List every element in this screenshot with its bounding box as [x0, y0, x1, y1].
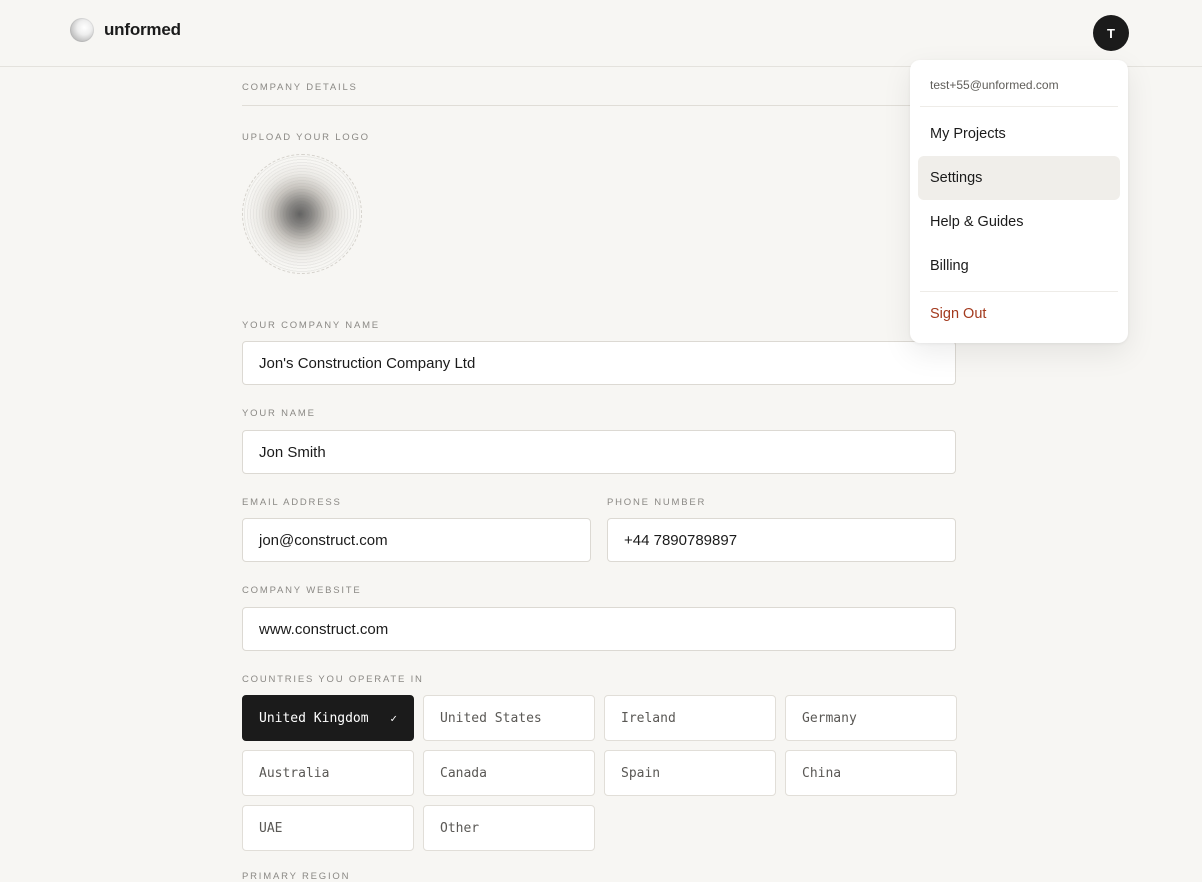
countries-label: COUNTRIES YOU OPERATE IN: [242, 674, 424, 685]
menu-item-label: Help & Guides: [930, 214, 1024, 230]
country-chip-label: United Kingdom: [259, 710, 369, 726]
section-title: COMPANY DETAILS: [242, 82, 358, 93]
country-chip-label: Spain: [621, 765, 661, 781]
your-name-value: Jon Smith: [259, 443, 326, 461]
country-chip-ireland[interactable]: Ireland: [604, 695, 776, 741]
menu-item-my-projects[interactable]: My Projects: [918, 112, 1120, 156]
company-name-label: YOUR COMPANY NAME: [242, 320, 380, 331]
country-chip-australia[interactable]: Australia: [242, 750, 414, 796]
checkmark-icon: ✓: [390, 711, 397, 725]
country-chip-label: Australia: [259, 765, 330, 781]
brand-logo[interactable]: unformed: [70, 18, 181, 42]
company-name-input[interactable]: Jon's Construction Company Ltd: [242, 341, 956, 385]
avatar-initial: T: [1107, 25, 1115, 41]
phone-input[interactable]: +44 7890789897: [607, 518, 956, 562]
section-divider: [242, 105, 956, 106]
user-email: test+55@unformed.com: [930, 78, 1059, 92]
country-chip-canada[interactable]: Canada: [423, 750, 595, 796]
country-chip-label: Canada: [440, 765, 487, 781]
country-chip-label: Ireland: [621, 710, 676, 726]
country-chip-united-states[interactable]: United States: [423, 695, 595, 741]
country-chip-china[interactable]: China: [785, 750, 957, 796]
logo-upload-label: UPLOAD YOUR LOGO: [242, 132, 370, 143]
country-chip-label: Other: [440, 820, 480, 836]
country-chip-uae[interactable]: UAE: [242, 805, 414, 851]
country-chip-label: Germany: [802, 710, 857, 726]
country-chip-label: UAE: [259, 820, 283, 836]
menu-item-billing[interactable]: Billing: [918, 244, 1120, 288]
logo-upload-dropzone[interactable]: [242, 154, 362, 274]
menu-item-settings[interactable]: Settings: [918, 156, 1120, 200]
country-chip-spain[interactable]: Spain: [604, 750, 776, 796]
user-menu: test+55@unformed.com My Projects Setting…: [910, 60, 1128, 343]
menu-item-label: Settings: [930, 170, 983, 186]
brand-logo-icon: [70, 18, 94, 42]
country-chip-label: China: [802, 765, 842, 781]
email-label: EMAIL ADDRESS: [242, 497, 342, 508]
top-bar: unformed T: [0, 0, 1202, 67]
user-avatar-button[interactable]: T: [1093, 15, 1129, 51]
website-input[interactable]: www.construct.com: [242, 607, 956, 651]
sign-out-label: Sign Out: [930, 306, 987, 322]
country-chip-other[interactable]: Other: [423, 805, 595, 851]
website-label: COMPANY WEBSITE: [242, 585, 362, 596]
menu-divider: [920, 106, 1118, 107]
menu-item-help-guides[interactable]: Help & Guides: [918, 200, 1120, 244]
country-chip-label: United States: [440, 710, 542, 726]
phone-value: +44 7890789897: [624, 531, 738, 549]
your-name-input[interactable]: Jon Smith: [242, 430, 956, 474]
country-chip-germany[interactable]: Germany: [785, 695, 957, 741]
primary-region-label: PRIMARY REGION: [242, 871, 351, 882]
your-name-label: YOUR NAME: [242, 408, 316, 419]
brand-name: unformed: [104, 20, 181, 39]
website-value: www.construct.com: [259, 620, 389, 638]
email-input[interactable]: jon@construct.com: [242, 518, 591, 562]
menu-item-label: My Projects: [930, 126, 1006, 142]
company-name-value: Jon's Construction Company Ltd: [259, 354, 476, 372]
phone-label: PHONE NUMBER: [607, 497, 707, 508]
sign-out-button[interactable]: Sign Out: [918, 292, 1120, 336]
country-chip-united-kingdom[interactable]: United Kingdom ✓: [242, 695, 414, 741]
email-value: jon@construct.com: [259, 531, 388, 549]
menu-item-label: Billing: [930, 258, 969, 274]
